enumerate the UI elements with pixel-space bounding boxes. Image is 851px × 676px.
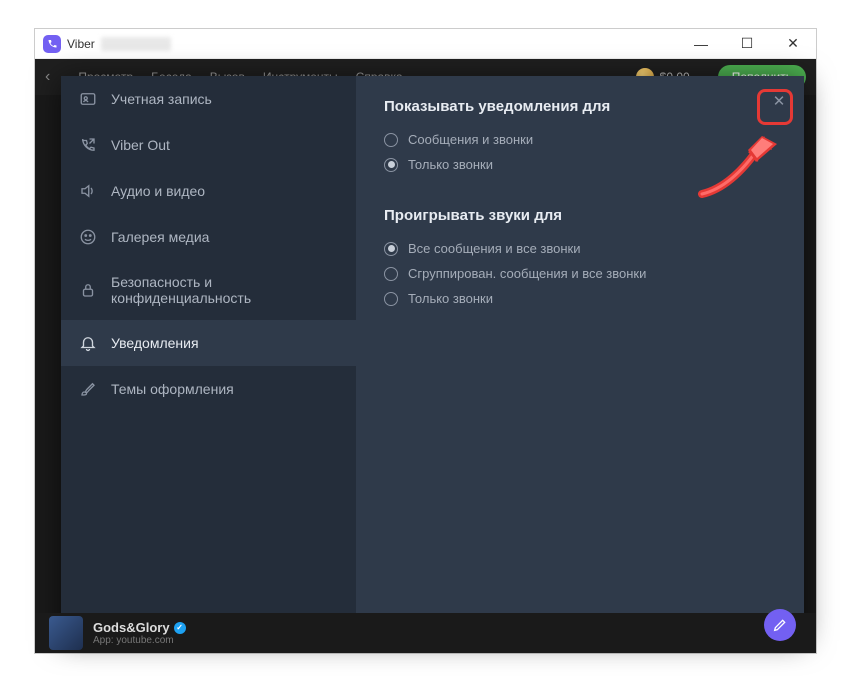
sidebar-item-label: Уведомления (111, 335, 199, 351)
avatar (49, 616, 83, 650)
sidebar-item-label: Учетная запись (111, 91, 212, 107)
sidebar-item-label: Галерея медиа (111, 229, 209, 245)
radio-label: Только звонки (408, 157, 493, 172)
chat-list-strip: Gods&Glory ✓ App: youtube.com (35, 613, 816, 653)
close-panel-button[interactable]: ✕ (768, 90, 790, 112)
app-body: ‹ Просмотр Беседа Вызов Инструменты Спра… (35, 59, 816, 653)
radio-option[interactable]: Только звонки (384, 286, 776, 311)
window-title: Viber (67, 37, 95, 51)
sidebar-item-viberout[interactable]: Viber Out (61, 122, 356, 168)
compose-button[interactable] (764, 609, 796, 641)
chat-name: Gods&Glory ✓ (93, 620, 186, 635)
sidebar-item-gallery[interactable]: Галерея медиа (61, 214, 356, 260)
sidebar-item-themes[interactable]: Темы оформления (61, 366, 356, 412)
lock-icon (79, 281, 97, 299)
brush-icon (79, 380, 97, 398)
minimize-button[interactable]: — (678, 29, 724, 58)
speaker-icon (79, 182, 97, 200)
radio-icon (384, 267, 398, 281)
sidebar-item-label: Безопасность и конфиденциальность (111, 274, 338, 306)
sidebar-item-label: Темы оформления (111, 381, 234, 397)
sidebar-item-security[interactable]: Безопасность и конфиденциальность (61, 260, 356, 320)
sidebar-item-label: Viber Out (111, 137, 170, 153)
radio-option[interactable]: Сгруппирован. сообщения и все звонки (384, 261, 776, 286)
phone-out-icon (79, 136, 97, 154)
radio-icon (384, 242, 398, 256)
radio-option[interactable]: Только звонки (384, 152, 776, 177)
section-title: Показывать уведомления для (384, 98, 776, 115)
gallery-icon (79, 228, 97, 246)
settings-panel: Учетная запись Viber Out Аудио и видео Г… (61, 76, 804, 637)
titlebar: Viber — ☐ ✕ (35, 29, 816, 59)
title-blur (101, 37, 171, 51)
sidebar-item-audiovideo[interactable]: Аудио и видео (61, 168, 356, 214)
bell-icon (79, 334, 97, 352)
radio-label: Все сообщения и все звонки (408, 241, 581, 256)
app-window: Viber — ☐ ✕ ‹ Просмотр Беседа Вызов Инст… (34, 28, 817, 654)
radio-label: Сгруппирован. сообщения и все звонки (408, 266, 646, 281)
radio-label: Сообщения и звонки (408, 132, 533, 147)
close-window-button[interactable]: ✕ (770, 29, 816, 58)
sidebar-item-label: Аудио и видео (111, 183, 205, 199)
viber-logo-icon (43, 35, 61, 53)
id-card-icon (79, 90, 97, 108)
section-title: Проигрывать звуки для (384, 207, 776, 224)
window-controls: — ☐ ✕ (678, 29, 816, 58)
radio-icon (384, 133, 398, 147)
radio-icon (384, 292, 398, 306)
back-arrow-icon[interactable]: ‹ (45, 68, 50, 86)
maximize-button[interactable]: ☐ (724, 29, 770, 58)
settings-sidebar: Учетная запись Viber Out Аудио и видео Г… (61, 76, 356, 637)
radio-icon (384, 158, 398, 172)
radio-label: Только звонки (408, 291, 493, 306)
verified-icon: ✓ (174, 622, 186, 634)
sidebar-item-notifications[interactable]: Уведомления (61, 320, 356, 366)
radio-option[interactable]: Сообщения и звонки (384, 127, 776, 152)
chat-name-text: Gods&Glory (93, 620, 170, 635)
settings-content: ✕ Показывать уведомления для (356, 76, 804, 637)
radio-option[interactable]: Все сообщения и все звонки (384, 236, 776, 261)
chat-info: Gods&Glory ✓ App: youtube.com (93, 620, 186, 646)
sidebar-item-account[interactable]: Учетная запись (61, 76, 356, 122)
chat-subtitle: App: youtube.com (93, 635, 186, 646)
